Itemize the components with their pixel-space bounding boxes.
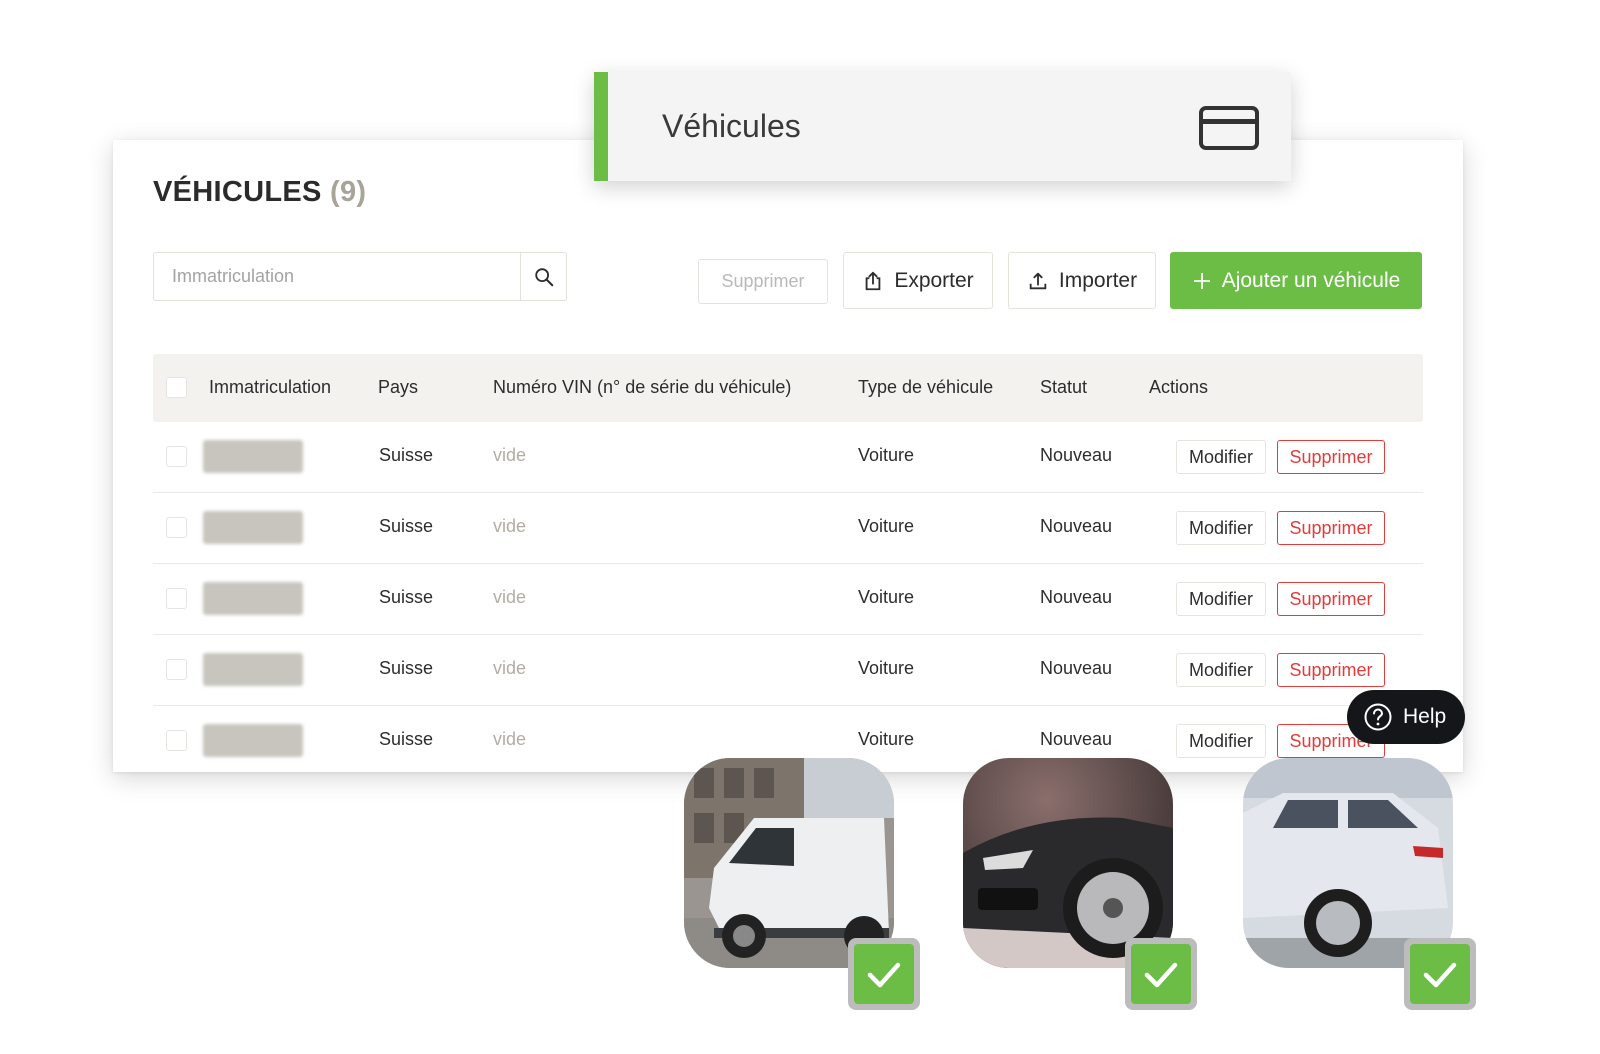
type-cell: Voiture (858, 658, 915, 678)
country-cell: Suisse (379, 445, 434, 465)
type-cell: Voiture (858, 445, 915, 465)
import-label: Importer (1058, 268, 1138, 292)
bulk-delete-label: Supprimer (721, 271, 805, 291)
country-cell: Suisse (379, 658, 434, 678)
help-button[interactable]: Help (1347, 690, 1465, 744)
column-header[interactable]: Immatriculation (209, 377, 331, 398)
edit-button[interactable]: Modifier (1176, 724, 1266, 758)
table-row: Suisse vide Voiture Nouveau Modifier Sup… (153, 493, 1423, 564)
table-header: Immatriculation Pays Numéro VIN (n° de s… (153, 354, 1423, 422)
vehicle-count: (9) (330, 176, 367, 208)
import-button[interactable]: Importer (1008, 252, 1156, 309)
vehicle-photo-suv (1243, 758, 1453, 968)
page-title-text: VÉHICULES (153, 176, 322, 208)
redacted-plate (203, 511, 303, 544)
row-checkbox[interactable] (166, 730, 187, 751)
delete-button[interactable]: Supprimer (1277, 582, 1385, 616)
delete-button[interactable]: Supprimer (1277, 653, 1385, 687)
search-icon (534, 267, 553, 286)
bulk-delete-button[interactable]: Supprimer (698, 259, 828, 304)
add-vehicle-button[interactable]: Ajouter un véhicule (1170, 252, 1422, 309)
add-vehicle-label: Ajouter un véhicule (1221, 268, 1401, 292)
redacted-plate (203, 653, 303, 686)
row-checkbox[interactable] (166, 446, 187, 467)
table-row: Suisse vide Voiture Nouveau Modifier Sup… (153, 635, 1423, 706)
export-button[interactable]: Exporter (843, 252, 993, 309)
vin-cell: vide (493, 516, 527, 536)
vin-cell: vide (493, 658, 527, 678)
question-icon (1364, 703, 1392, 731)
page-title: VÉHICULES (9) (153, 176, 366, 209)
country-cell: Suisse (379, 587, 434, 607)
vin-cell: vide (493, 445, 527, 465)
search-button[interactable] (520, 253, 566, 300)
card-icon (1198, 105, 1260, 156)
edit-button[interactable]: Modifier (1176, 511, 1266, 545)
edit-button[interactable]: Modifier (1176, 582, 1266, 616)
section-header-card: Véhicules (594, 72, 1291, 181)
row-checkbox[interactable] (166, 517, 187, 538)
share-icon (865, 271, 881, 290)
export-label: Exporter (894, 268, 974, 292)
redacted-plate (203, 582, 303, 615)
row-checkbox[interactable] (166, 659, 187, 680)
search-input[interactable] (154, 253, 520, 300)
delete-button[interactable]: Supprimer (1277, 511, 1385, 545)
country-cell: Suisse (379, 729, 434, 749)
vin-cell: vide (493, 729, 527, 749)
table-row: Suisse vide Voiture Nouveau Modifier Sup… (153, 422, 1423, 493)
section-title: Véhicules (662, 108, 801, 144)
delete-button[interactable]: Supprimer (1277, 440, 1385, 474)
vehicles-panel: VÉHICULES (9) Supprimer Exporter Importe… (113, 140, 1463, 772)
redacted-plate (203, 724, 303, 757)
country-cell: Suisse (379, 516, 434, 536)
redacted-plate (203, 440, 303, 473)
search-box (153, 252, 567, 301)
checkmark-icon (867, 962, 901, 988)
status-cell: Nouveau (1040, 445, 1113, 465)
status-cell: Nouveau (1040, 516, 1113, 536)
row-checkbox[interactable] (166, 588, 187, 609)
vin-cell: vide (493, 587, 527, 607)
checkmark-icon (1423, 962, 1457, 988)
column-header[interactable]: Numéro VIN (n° de série du véhicule) (493, 377, 791, 398)
checkmark-icon (1144, 962, 1178, 988)
type-cell: Voiture (858, 516, 915, 536)
column-header: Actions (1149, 377, 1209, 397)
column-header[interactable]: Pays (378, 377, 418, 398)
edit-button[interactable]: Modifier (1176, 440, 1266, 474)
table-row: Suisse vide Voiture Nouveau Modifier Sup… (153, 564, 1423, 635)
selected-check[interactable] (1404, 938, 1476, 1010)
vehicle-photo-sedan (963, 758, 1173, 968)
column-header[interactable]: Statut (1040, 377, 1087, 398)
upload-icon (1029, 272, 1047, 289)
column-header[interactable]: Type de véhicule (858, 377, 993, 398)
selected-check[interactable] (848, 938, 920, 1010)
selected-check[interactable] (1125, 938, 1197, 1010)
status-cell: Nouveau (1040, 729, 1113, 749)
status-cell: Nouveau (1040, 587, 1113, 607)
type-cell: Voiture (858, 587, 915, 607)
type-cell: Voiture (858, 729, 915, 749)
select-all-checkbox[interactable] (166, 377, 187, 398)
help-label: Help (1403, 705, 1447, 728)
vehicle-photo-van (684, 758, 894, 968)
status-cell: Nouveau (1040, 658, 1113, 678)
edit-button[interactable]: Modifier (1176, 653, 1266, 687)
plus-icon (1193, 272, 1210, 289)
